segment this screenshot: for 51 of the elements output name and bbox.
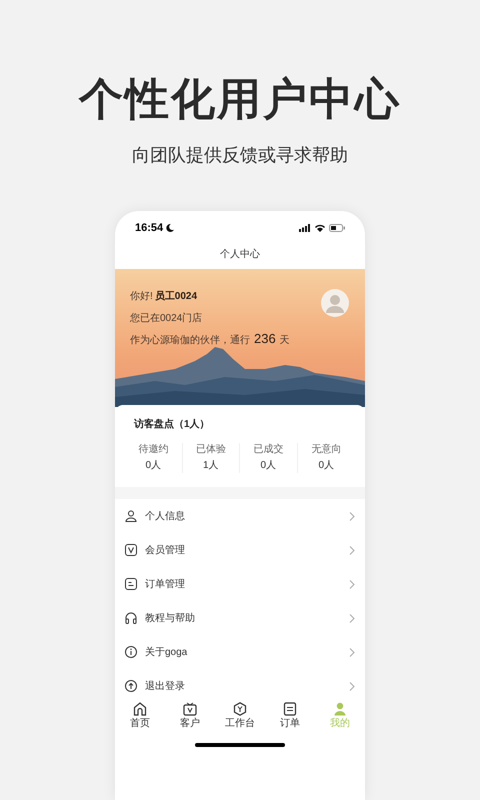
stat-value: 0人: [260, 459, 276, 473]
stat-value: 1人: [202, 459, 219, 473]
chevron-right-icon: [349, 682, 355, 690]
home-icon: [133, 702, 147, 716]
tab-item[interactable]: 订单: [265, 697, 315, 735]
chevron-right-icon: [349, 512, 355, 520]
chevron-right-icon: [349, 614, 355, 622]
page-title: 个人中心: [219, 248, 261, 262]
stat-label: 无意向: [311, 443, 342, 456]
headline: 个性化用户中心: [79, 73, 401, 127]
moon-icon: [166, 224, 174, 232]
logout-icon: [125, 680, 137, 692]
menu-item[interactable]: 订单管理: [115, 567, 365, 601]
info-icon: [125, 646, 137, 658]
signal-icon: [299, 224, 311, 232]
person-icon: [125, 510, 137, 522]
tab-item[interactable]: 客户: [165, 697, 215, 735]
document-icon: [283, 702, 297, 716]
chevron-right-icon: [349, 648, 355, 656]
person-icon: [333, 702, 347, 716]
store-text: 您已在0024门店: [130, 312, 204, 325]
stat-label: 已体验: [196, 443, 226, 456]
greeting-text: 你好!: [130, 290, 153, 304]
stat-value: 0人: [145, 459, 162, 473]
headphones-icon: [125, 612, 137, 624]
wifi-icon: [315, 224, 325, 232]
status-time: 16:54: [135, 220, 164, 236]
tv-icon: [183, 702, 197, 716]
stat-label: 待邀约: [138, 443, 168, 456]
avatar: [321, 289, 349, 317]
days-count: 236: [254, 330, 276, 348]
document-icon: [125, 578, 137, 590]
menu-item[interactable]: 个人信息: [115, 499, 365, 533]
subtitle: 向团队提供反馈或寻求帮助: [132, 144, 348, 167]
chevron-right-icon: [349, 580, 355, 588]
menu-item[interactable]: 退出登录: [115, 669, 365, 697]
v-badge-icon: [125, 544, 137, 556]
days-unit: 天: [280, 334, 290, 348]
user-name: 员工0024: [154, 290, 198, 304]
menu-item[interactable]: 会员管理: [115, 533, 365, 567]
partner-text: 作为心源瑜伽的伙伴，通行: [130, 334, 250, 348]
chevron-right-icon: [349, 546, 355, 554]
menu-item[interactable]: 教程与帮助: [115, 601, 365, 635]
stat-label: 已成交: [253, 443, 284, 456]
tab-item[interactable]: 工作台: [215, 697, 265, 735]
battery-icon: [329, 224, 345, 232]
menu-item[interactable]: 关于goga: [115, 635, 365, 669]
stat-value: 0人: [318, 459, 334, 473]
summary-title: 访客盘点（1人）: [132, 417, 211, 432]
hexagon-icon: [233, 702, 247, 716]
tab-item[interactable]: 首页: [115, 697, 165, 735]
